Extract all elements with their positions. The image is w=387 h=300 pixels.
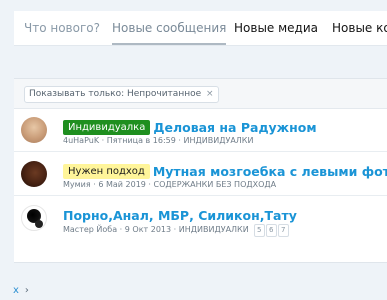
avatar[interactable] (21, 161, 47, 187)
thread-row: Порно,Анал, МБР, Силикон,Тату Мастер Йоб… (14, 196, 387, 239)
thread-row: Нужен подход Мутная мозгоебка с левыми фо… (14, 152, 387, 196)
close-icon[interactable]: x (13, 285, 19, 296)
avatar[interactable] (21, 117, 47, 143)
thread-title-line: Нужен подход Мутная мозгоебка с левыми фо… (63, 161, 387, 179)
thread-forum[interactable]: ИНДИВИДУАЛКИ (183, 136, 253, 145)
thread-date[interactable]: 9 Окт 2013 (125, 225, 171, 234)
thread-title-link[interactable]: Мутная мозгоебка с левыми фото (153, 164, 387, 179)
thread-title-link[interactable]: Деловая на Радужном (153, 120, 316, 135)
filter-chip-unread[interactable]: Показывать только: Непрочитанное × (24, 86, 219, 103)
page-link[interactable]: 7 (277, 224, 289, 237)
page-link[interactable]: 5 (253, 224, 265, 237)
filter-chip-label: Показывать только: Непрочитанное (29, 89, 202, 99)
tab-new-posts[interactable]: Новые сообщения (112, 11, 227, 45)
filter-remove-icon[interactable]: × (206, 89, 214, 99)
thread-forum[interactable]: СОДЕРЖАНКИ БЕЗ ПОДХОДА (154, 180, 277, 189)
thread-meta: Мастер Йоба · 9 Окт 2013 · ИНДИВИДУАЛКИ 5… (63, 224, 289, 237)
thread-title-line: Индивидуалка Деловая на Радужном (63, 117, 317, 135)
thread-row: Индивидуалка Деловая на Радужном 4uHaPuK … (14, 108, 387, 152)
tab-bar: Что нового? Новые сообщения Новые медиа … (14, 11, 387, 46)
tab-new-media[interactable]: Новые медиа (234, 11, 318, 45)
thread-author[interactable]: Мастер Йоба (63, 225, 117, 234)
thread-date[interactable]: Пятница в 16:59 (107, 136, 176, 145)
thread-author[interactable]: Мумия (63, 180, 91, 189)
tab-new-comments[interactable]: Новые ком (332, 11, 387, 45)
filter-bar: Показывать только: Непрочитанное × (14, 79, 387, 109)
page-link[interactable]: 6 (265, 224, 277, 237)
thread-prefix-badge[interactable]: Нужен подход (63, 164, 150, 179)
thread-prefix-badge[interactable]: Индивидуалка (63, 120, 151, 135)
thread-list-panel: Показывать только: Непрочитанное × Индив… (14, 78, 387, 263)
thread-page-links: 567 (253, 224, 289, 237)
chevron-right-icon[interactable]: › (25, 285, 29, 296)
thread-title-line: Порно,Анал, МБР, Силикон,Тату (63, 205, 297, 223)
avatar-image-detail (35, 220, 43, 228)
thread-forum[interactable]: ИНДИВИДУАЛКИ (179, 225, 249, 234)
avatar[interactable] (21, 205, 47, 231)
thread-meta: Мумия · 6 Май 2019 · СОДЕРЖАНКИ БЕЗ ПОДХ… (63, 180, 277, 189)
tab-whats-new[interactable]: Что нового? (24, 11, 100, 45)
thread-title-link[interactable]: Порно,Анал, МБР, Силикон,Тату (63, 208, 297, 223)
thread-date[interactable]: 6 Май 2019 (98, 180, 146, 189)
thread-author[interactable]: 4uHaPuK (63, 136, 99, 145)
thread-meta: 4uHaPuK · Пятница в 16:59 · ИНДИВИДУАЛКИ (63, 136, 254, 145)
bottom-nav: x › (13, 285, 29, 296)
